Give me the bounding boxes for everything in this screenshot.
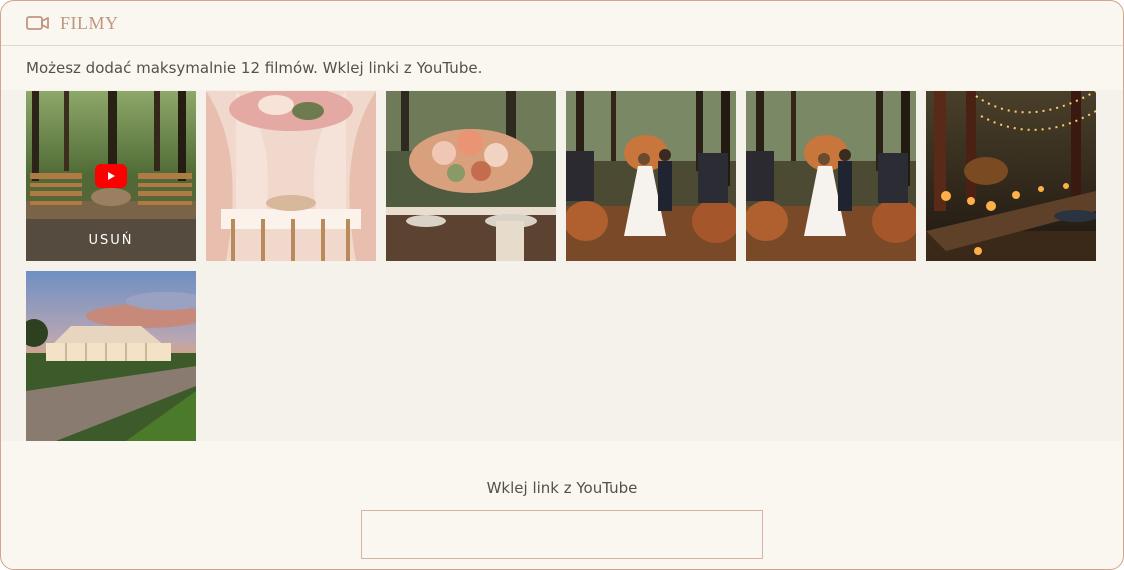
upload-hint: Możesz dodać maksymalnie 12 filmów. Wkle…: [26, 59, 483, 77]
remove-video-button[interactable]: USUŃ: [26, 219, 196, 261]
thumbnail-image: [566, 91, 736, 261]
thumbnail-image: [386, 91, 556, 261]
thumbnail-image: [26, 271, 196, 441]
video-thumbnail[interactable]: [206, 91, 376, 261]
panel-header: FILMY: [1, 1, 1123, 46]
video-thumbnail[interactable]: [566, 91, 736, 261]
panel-title: FILMY: [60, 13, 119, 33]
video-thumbnail[interactable]: [746, 91, 916, 261]
thumbnail-image: [746, 91, 916, 261]
remove-video-label: USUŃ: [88, 232, 134, 248]
video-thumbnail[interactable]: [26, 271, 196, 441]
videos-panel: FILMY Możesz dodać maksymalnie 12 filmów…: [0, 0, 1124, 570]
video-thumbnail[interactable]: USUŃ: [26, 91, 196, 261]
link-input-label: Wklej link z YouTube: [486, 479, 638, 497]
video-gallery: USUŃ: [1, 90, 1123, 441]
video-thumbnail[interactable]: [386, 91, 556, 261]
thumbnail-image: [926, 91, 1096, 261]
video-camera-icon: [26, 16, 49, 30]
youtube-play-icon[interactable]: [95, 164, 127, 188]
youtube-link-input[interactable]: [361, 510, 763, 559]
video-thumbnail[interactable]: [926, 91, 1096, 261]
thumbnail-image: [206, 91, 376, 261]
